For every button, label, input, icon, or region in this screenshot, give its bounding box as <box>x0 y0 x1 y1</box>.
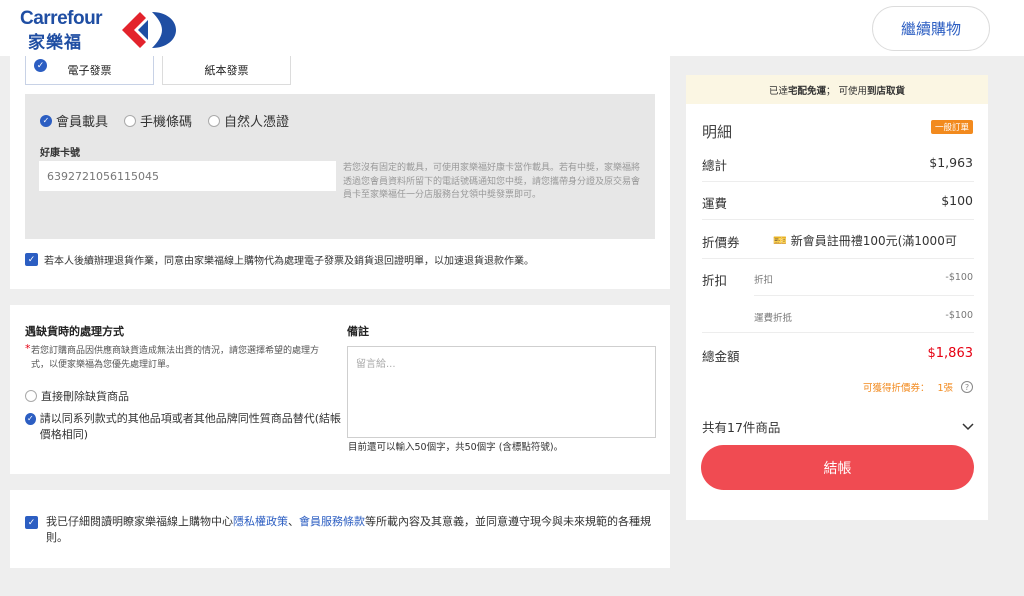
notes-title: 備註 <box>347 325 369 338</box>
agreement-prefix: 我已仔細閱讀明瞭家樂福線上購物中心 <box>46 515 233 528</box>
shipping-value: $100 <box>941 193 973 208</box>
coupon-text: 新會員註冊禮100元(滿1000可 <box>790 234 957 248</box>
checkbox-checked-icon[interactable]: ✓ <box>25 253 38 266</box>
notes-textarea[interactable] <box>347 346 656 438</box>
subtotal-value: $1,963 <box>929 155 973 170</box>
shipping-offset-label: 運費折抵 <box>754 313 793 324</box>
divider <box>702 181 974 182</box>
radio-unchecked-icon <box>124 114 136 127</box>
out-of-stock-title: 遇缺貨時的處理方式 <box>25 325 124 338</box>
notice-free-shipping: 宅配免運 <box>787 85 826 97</box>
out-of-stock-desc: * 若您訂購商品因供應商缺貨造成無法出貨的情況，請您選擇希望的處理方式，以便家樂… <box>25 342 335 372</box>
radio-checked-icon: ✓ <box>40 114 52 127</box>
radio-member-carrier[interactable]: ✓ 會員載具 <box>40 111 108 130</box>
carrefour-mark-icon <box>122 12 176 48</box>
divider <box>754 295 974 296</box>
radio-label: 手機條碼 <box>140 115 193 130</box>
required-star-icon: * <box>25 342 31 355</box>
tab-paper-invoice[interactable]: 紙本發票 <box>162 56 291 85</box>
notice-store-pickup: 到店取貨 <box>867 85 906 97</box>
order-type-badge: 一般訂單 <box>930 120 973 134</box>
carrier-panel: ✓ 會員載具 手機條碼 自然人憑證 好康卡號 若您沒有固定的載具，可使用家樂福好… <box>25 94 655 239</box>
chevron-down-icon <box>962 422 974 430</box>
checkout-button[interactable]: 結帳 <box>701 445 974 490</box>
obtainable-coupons: 可獲得折價券： 1張 ? <box>863 380 973 394</box>
card-number-label: 好康卡號 <box>40 148 80 159</box>
tab-e-invoice-label: 電子發票 <box>67 64 112 77</box>
items-toggle[interactable]: 共有17件商品 <box>702 417 974 436</box>
radio-unchecked-icon <box>208 114 220 127</box>
notice-prefix: 已達 <box>768 85 788 97</box>
option-label: 直接刪除缺貨商品 <box>41 390 129 403</box>
agreement-row: ✓ 我已仔細閱讀明瞭家樂福線上購物中心隱私權政策、會員服務條款等所載內容及其意義… <box>25 514 655 546</box>
shipping-notice: 已達 宅配免運； 可使用 到店取貨 <box>686 75 988 104</box>
logo-text-zh: 家樂福 <box>28 33 82 53</box>
radio-unchecked-icon <box>25 390 37 402</box>
obtainable-count: 1張 <box>937 383 953 394</box>
option-label: 請以同系列款式的其他品項或者其他品牌同性質商品替代(結帳價格相同) <box>39 412 342 441</box>
radio-checked-icon: ✓ <box>25 413 36 425</box>
out-of-stock-card: 遇缺貨時的處理方式 * 若您訂購商品因供應商缺貨造成無法出貨的情況，請您選擇希望… <box>10 305 670 474</box>
total-label: 總金額 <box>702 349 740 364</box>
check-icon: ✓ <box>34 59 47 72</box>
obtainable-label: 可獲得折價券： <box>862 383 930 394</box>
invoice-card: ✓ 電子發票 紙本發票 ✓ 會員載具 手機條碼 自然人憑證 好康卡號 若您沒有固… <box>10 56 670 289</box>
notes-char-hint: 目前還可以輸入50個字，共50個字 (含標點符號)。 <box>348 442 564 453</box>
radio-mobile-barcode[interactable]: 手機條碼 <box>124 111 192 130</box>
return-consent-row[interactable]: ✓ 若本人後續辦理退貨作業，同意由家樂福線上購物代為處理電子發票及銷貨退回證明單… <box>25 252 534 267</box>
shipping-offset-value: -$100 <box>945 310 973 321</box>
tab-e-invoice[interactable]: ✓ 電子發票 <box>25 56 154 85</box>
discount-sub-value: -$100 <box>945 272 973 283</box>
logo-text-en: Carrefour <box>20 8 103 29</box>
divider <box>702 332 974 333</box>
notice-mid: ； 可使用 <box>825 85 868 97</box>
coupon-selector[interactable]: 🎫 新會員註冊禮100元(滿1000可 <box>773 232 957 249</box>
privacy-policy-link[interactable]: 隱私權政策 <box>233 515 288 528</box>
divider <box>702 258 974 259</box>
agreement-text: 我已仔細閱讀明瞭家樂福線上購物中心隱私權政策、會員服務條款等所載內容及其意義，並… <box>46 514 655 546</box>
shipping-label: 運費 <box>702 196 728 211</box>
carrier-help-text: 若您沒有固定的載具，可使用家樂福好康卡當作載具。若有中獎，家樂福將透過您會員資料… <box>343 163 641 200</box>
option-delete-item[interactable]: 直接刪除缺貨商品 <box>25 388 129 404</box>
return-consent-text: 若本人後續辦理退貨作業，同意由家樂福線上購物代為處理電子發票及銷貨退回證明單，以… <box>44 256 534 267</box>
radio-label: 會員載具 <box>56 115 109 130</box>
summary-title: 明細 <box>702 123 733 141</box>
items-count-label: 共有17件商品 <box>702 420 781 435</box>
carrefour-logo[interactable]: Carrefour 家樂福 <box>20 8 190 53</box>
total-value: $1,863 <box>927 346 974 361</box>
discount-sub-label: 折扣 <box>754 275 774 286</box>
continue-shopping-button[interactable]: 繼續購物 <box>872 6 990 51</box>
option-substitute-item[interactable]: ✓ 請以同系列款式的其他品項或者其他品牌同性質商品替代(結帳價格相同) <box>25 411 345 443</box>
card-number-input[interactable] <box>39 161 336 191</box>
coupon-label: 折價券 <box>702 235 740 250</box>
agreement-sep: 、 <box>288 515 299 528</box>
discount-label: 折扣 <box>702 273 728 288</box>
out-of-stock-desc-text: 若您訂購商品因供應商缺貨造成無法出貨的情況，請您選擇希望的處理方式，以便家樂福為… <box>31 346 320 370</box>
member-terms-link[interactable]: 會員服務條款 <box>299 515 365 528</box>
agreement-card: ✓ 我已仔細閱讀明瞭家樂福線上購物中心隱私權政策、會員服務條款等所載內容及其意義… <box>10 490 670 568</box>
subtotal-label: 總計 <box>702 158 728 173</box>
help-icon[interactable]: ? <box>961 381 973 393</box>
radio-label: 自然人憑證 <box>224 115 290 130</box>
radio-citizen-certificate[interactable]: 自然人憑證 <box>208 111 289 130</box>
checkbox-checked-icon[interactable]: ✓ <box>25 516 38 529</box>
order-summary: 已達 宅配免運； 可使用 到店取貨 明細 一般訂單 總計 $1,963 運費 $1… <box>686 75 988 520</box>
top-bar: Carrefour 家樂福 繼續購物 <box>0 0 1024 56</box>
divider <box>702 219 974 220</box>
ticket-icon: 🎫 <box>773 234 787 247</box>
tab-paper-invoice-label: 紙本發票 <box>204 64 249 77</box>
